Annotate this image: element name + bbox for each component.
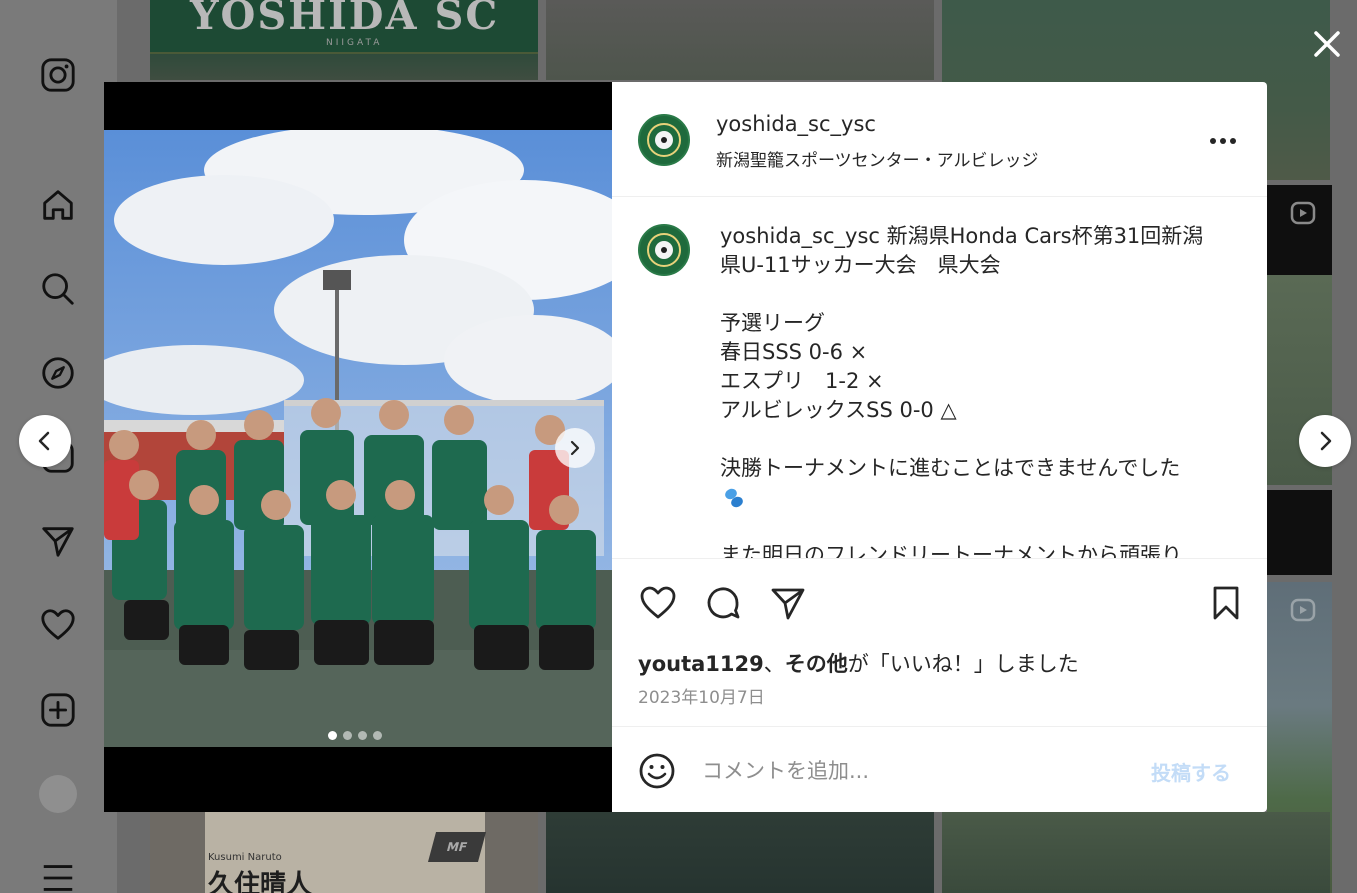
promo-title: 久住晴人	[208, 870, 313, 893]
post-actions	[612, 558, 1267, 620]
caption-first-line: 新潟県Honda Cars杯第31回新潟	[879, 224, 1204, 248]
author-username[interactable]: yoshida_sc_ysc	[716, 112, 876, 136]
team-banner: YOSHIDA SC NIIGATA	[150, 0, 538, 54]
caption-second-line: 県U-11サッカー大会 県大会	[720, 253, 1001, 277]
bookmark-icon[interactable]	[1206, 583, 1246, 623]
post-photo	[104, 130, 612, 747]
grid-post-8[interactable]	[546, 812, 934, 893]
likes-others-link[interactable]: その他	[785, 652, 848, 676]
comment-input[interactable]	[702, 753, 1122, 789]
chevron-right-icon	[570, 440, 580, 456]
post-caption: yoshida_sc_ysc 新潟県Honda Cars杯第31回新潟 県U-1…	[720, 222, 1240, 558]
banner-subtext: NIIGATA	[326, 38, 383, 48]
grid-post-2[interactable]	[546, 0, 934, 80]
more-menu-icon[interactable]	[38, 858, 78, 893]
slide-dot	[328, 731, 337, 740]
more-options-icon[interactable]	[1208, 126, 1238, 156]
caption-line: 決勝トーナメントに進むことはできませんでした	[720, 456, 1181, 480]
previous-post-button[interactable]	[19, 415, 71, 467]
slide-indicator	[328, 731, 382, 740]
caption-line: 春日SSS 0-6 ×	[720, 340, 868, 364]
comment-icon[interactable]	[703, 583, 743, 623]
next-slide-button[interactable]	[555, 428, 595, 468]
caption-line	[720, 512, 1240, 541]
liker-username[interactable]: youta1129	[638, 652, 764, 676]
create-icon[interactable]	[38, 690, 78, 730]
reel-icon	[1289, 596, 1317, 624]
caption-author[interactable]: yoshida_sc_ysc	[720, 224, 880, 248]
post-header: yoshida_sc_ysc 新潟聖籠スポーツセンター・アルビレッジ	[612, 82, 1267, 197]
caption-author-avatar[interactable]	[638, 224, 690, 276]
post-date[interactable]: 2023年10月7日	[638, 683, 765, 708]
caption-line: また明日のフレンドリートーナメントから頑張り	[720, 543, 1182, 558]
home-icon[interactable]	[38, 185, 78, 225]
reel-icon	[1289, 199, 1317, 227]
promo-name: Kusumi Naruto	[208, 852, 282, 863]
profile-avatar[interactable]	[39, 775, 77, 813]
chevron-right-icon	[1320, 431, 1332, 451]
grid-post-9[interactable]	[942, 812, 1330, 893]
grid-post-7[interactable]: Kusumi Naruto 久住晴人 MF	[150, 812, 538, 893]
caption-line: アルビレックスSS 0-0 △	[720, 398, 957, 422]
notifications-heart-icon[interactable]	[38, 605, 78, 645]
post-media	[104, 82, 612, 812]
chevron-left-icon	[38, 431, 50, 451]
instagram-logo-icon[interactable]	[38, 55, 78, 95]
caption-line: 予選リーグ	[720, 311, 825, 335]
likes-suffix: が「いいね！」しました	[847, 652, 1079, 676]
share-icon[interactable]	[768, 583, 808, 623]
author-avatar[interactable]	[638, 114, 690, 166]
grid-post-1[interactable]: YOSHIDA SC NIIGATA	[150, 0, 538, 80]
caption-body: 予選リーグ春日SSS 0-6 × エスプリ 1-2 × アルビレックスSS 0-0 …	[720, 309, 1240, 558]
likes-separator: 、	[763, 652, 785, 676]
slide-dot	[358, 731, 367, 740]
grid-post-5[interactable]	[1267, 490, 1332, 575]
caption-area: yoshida_sc_ysc 新潟県Honda Cars杯第31回新潟 県U-1…	[612, 198, 1267, 558]
like-heart-icon[interactable]	[638, 583, 678, 623]
emoji-picker-icon[interactable]	[638, 752, 678, 792]
banner-text: YOSHIDA SC	[190, 0, 500, 39]
post-comment-button[interactable]: 投稿する	[1151, 757, 1231, 786]
caption-line	[720, 425, 1240, 454]
post-location[interactable]: 新潟聖籠スポーツセンター・アルビレッジ	[716, 146, 1039, 171]
search-icon[interactable]	[38, 269, 78, 309]
caption-line: エスプリ 1-2 ×	[720, 369, 884, 393]
explore-icon[interactable]	[38, 353, 78, 393]
next-post-button[interactable]	[1299, 415, 1351, 467]
messages-icon[interactable]	[38, 521, 78, 561]
slide-dot	[343, 731, 352, 740]
promo-badge: MF	[427, 832, 487, 862]
droplets-emoji-icon	[720, 483, 1240, 512]
likes-summary: youta1129、その他が「いいね！」しました	[638, 648, 1079, 678]
post-modal: yoshida_sc_ysc 新潟聖籠スポーツセンター・アルビレッジ yoshi…	[104, 82, 1267, 812]
slide-dot	[373, 731, 382, 740]
post-details-panel: yoshida_sc_ysc 新潟聖籠スポーツセンター・アルビレッジ yoshi…	[612, 82, 1267, 812]
comment-bar: 投稿する	[612, 726, 1267, 812]
close-icon[interactable]	[1309, 26, 1345, 62]
